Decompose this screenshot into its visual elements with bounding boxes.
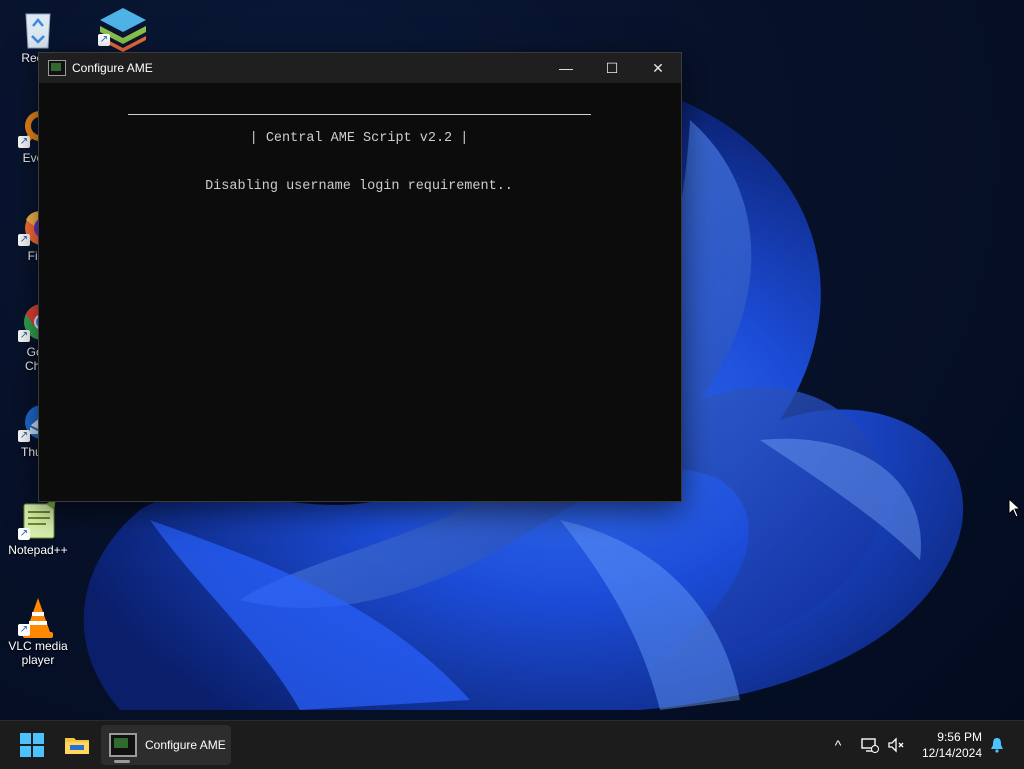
shortcut-arrow-icon: ↗ xyxy=(18,430,30,442)
clock-date: 12/14/2024 xyxy=(921,746,982,760)
bell-icon xyxy=(991,738,1003,753)
file-explorer-button[interactable] xyxy=(56,725,98,765)
window-title: Configure AME xyxy=(72,61,153,75)
volume-muted-icon xyxy=(888,737,904,753)
windows-logo-icon xyxy=(20,733,44,757)
volume-button[interactable] xyxy=(884,721,908,769)
taskbar-item-label: Configure AME xyxy=(145,738,226,752)
notifications-button[interactable] xyxy=(986,721,1008,769)
desktop-icon-vlc[interactable]: ↗ VLC media player xyxy=(0,596,76,667)
network-status-button[interactable] xyxy=(858,721,882,769)
shortcut-arrow-icon: ↗ xyxy=(18,234,30,246)
shortcut-arrow-icon: ↗ xyxy=(18,624,30,636)
desktop-icon-label: player xyxy=(21,653,55,667)
layers-app-icon: ↗ xyxy=(98,6,146,52)
console-header-line: | Central AME Script v2.2 | xyxy=(249,131,469,146)
taskbar: Configure AME ^ 9:56 PM 12/14/2024 xyxy=(0,720,1024,769)
shortcut-arrow-icon: ↗ xyxy=(18,136,30,148)
shortcut-arrow-icon: ↗ xyxy=(18,528,30,540)
maximize-button[interactable]: ☐ xyxy=(589,53,635,83)
desktop-icon-label: VLC media xyxy=(8,639,68,653)
terminal-icon xyxy=(48,60,66,76)
start-button[interactable] xyxy=(12,725,52,765)
notepadpp-icon: ↗ xyxy=(18,498,58,540)
console-window[interactable]: Configure AME — ☐ ✕ | Central AME Script… xyxy=(38,52,682,502)
mouse-cursor-icon xyxy=(1008,498,1022,518)
vlc-icon: ↗ xyxy=(18,596,58,638)
console-divider xyxy=(128,114,591,115)
desktop-icon-notepadpp[interactable]: ↗ Notepad++ xyxy=(0,498,76,557)
recycle-bin-icon xyxy=(18,8,58,49)
chevron-up-icon: ^ xyxy=(834,737,842,753)
shortcut-arrow-icon: ↗ xyxy=(18,330,30,342)
window-titlebar[interactable]: Configure AME — ☐ ✕ xyxy=(39,53,681,83)
desktop-icon-label: Notepad++ xyxy=(8,543,68,557)
desktop-icon-layers-app[interactable]: ↗ xyxy=(80,6,156,52)
clock-time: 9:56 PM xyxy=(937,730,982,744)
shortcut-arrow-icon: ↗ xyxy=(98,34,110,46)
terminal-icon xyxy=(109,733,137,757)
folder-icon xyxy=(65,738,89,754)
console-output[interactable]: | Central AME Script v2.2 | Disabling us… xyxy=(39,83,681,501)
network-icon xyxy=(861,738,879,753)
taskbar-item-configure-ame[interactable]: Configure AME xyxy=(101,725,231,765)
system-clock[interactable]: 9:56 PM 12/14/2024 xyxy=(922,729,982,761)
console-status-line: Disabling username login requirement.. xyxy=(205,179,513,194)
minimize-button[interactable]: — xyxy=(543,53,589,83)
close-button[interactable]: ✕ xyxy=(635,53,681,83)
show-hidden-icons-button[interactable]: ^ xyxy=(826,721,850,769)
